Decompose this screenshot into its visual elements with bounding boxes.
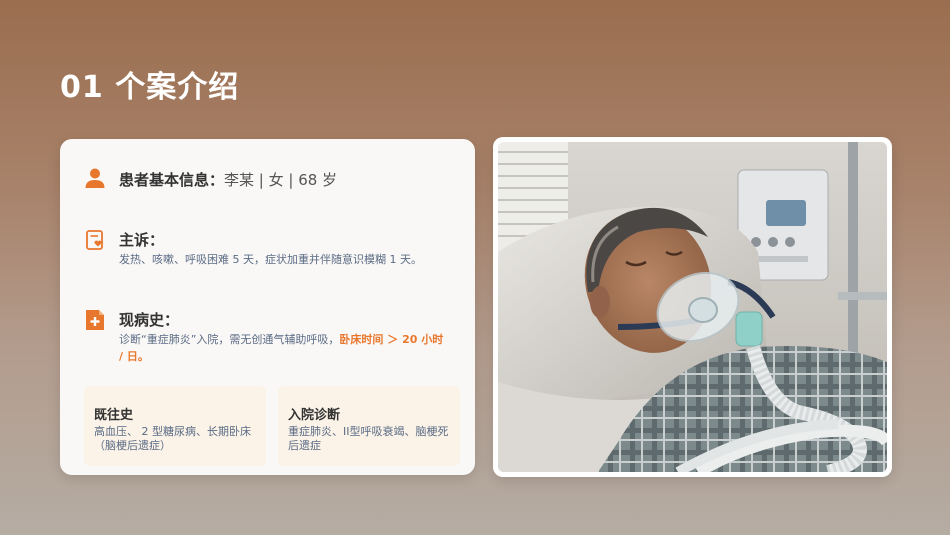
person-icon	[85, 168, 105, 188]
patient-info-label: 患者基本信息：	[119, 171, 225, 189]
patient-info-value: 李某 | 女 | 68 岁	[224, 171, 338, 189]
past-history-label: 既往史	[94, 408, 134, 423]
medical-file-icon	[86, 310, 104, 330]
present-illness-label: 现病史：	[119, 311, 180, 329]
past-history-text: 高血压、 2 型糖尿病、长期卧床（脑梗后遗症）	[94, 425, 251, 452]
chief-complaint-label: 主诉：	[119, 231, 165, 249]
chief-complaint-text: 发热、咳嗽、呼吸困难 5 天，症状加重并伴随意识模糊 1 天。	[119, 253, 422, 266]
past-history-box: 既往史 高血压、 2 型糖尿病、长期卧床（脑梗后遗症）	[84, 386, 266, 466]
admission-diagnosis-text: 重症肺炎、II型呼吸衰竭、脑梗死后遗症	[288, 425, 449, 452]
admission-diagnosis-label: 入院诊断	[288, 408, 341, 423]
present-illness-text: 诊断“重症肺炎”入院，需无创通气辅助呼吸，	[119, 333, 340, 346]
patient-info-heading: 患者基本信息：李某 | 女 | 68 岁	[119, 169, 337, 190]
page-title: 01 个案介绍	[60, 70, 240, 105]
admission-diagnosis-box: 入院诊断 重症肺炎、II型呼吸衰竭、脑梗死后遗症	[278, 386, 460, 466]
present-illness-body: 诊断“重症肺炎”入院，需无创通气辅助呼吸，卧床时间 ＞ 20 小时 / 日。	[119, 331, 451, 365]
case-info-card: 患者基本信息：李某 | 女 | 68 岁 主诉： 发热、咳嗽、呼吸困难 5 天，…	[60, 139, 475, 475]
patient-photo	[498, 142, 887, 472]
clipboard-heart-icon	[86, 230, 103, 250]
patient-photo-frame	[493, 137, 892, 477]
